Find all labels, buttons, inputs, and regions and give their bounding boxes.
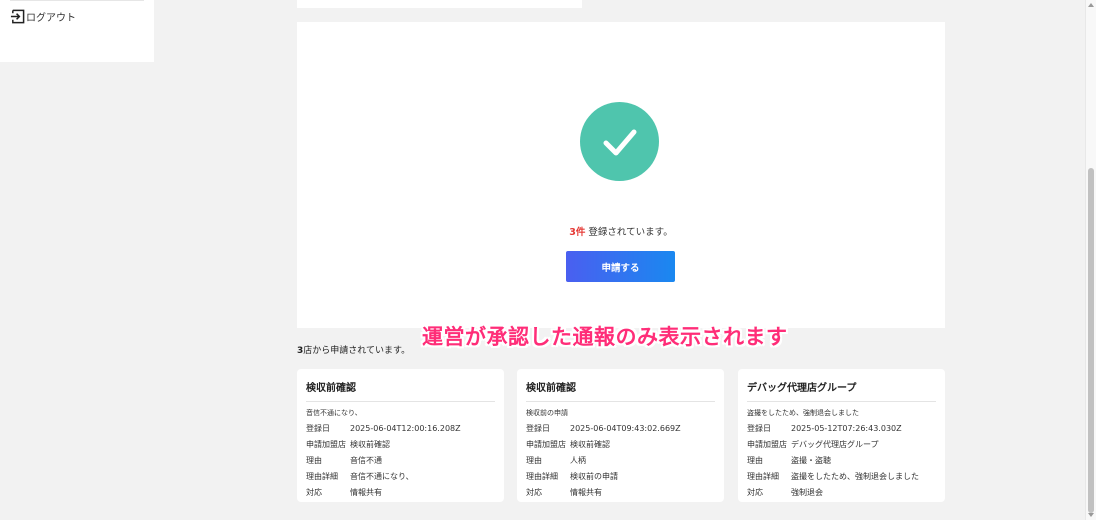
report-row-reason-detail: 理由詳細 盗撮をしたため、強制退会しました (747, 468, 936, 484)
report-card-description: 検収前の申請 (526, 409, 568, 417)
row-label: 理由 (306, 455, 322, 465)
row-value: 検収前確認 (350, 439, 390, 449)
report-card-title: 検収前確認 (526, 379, 715, 402)
row-value: 盗撮をしたため、強制退会しました (791, 471, 919, 481)
row-label: 対応 (306, 487, 322, 497)
row-value: 情報共有 (570, 487, 602, 497)
row-label: 登録日 (306, 423, 330, 433)
logout-icon (10, 9, 25, 24)
logout-link[interactable]: ログアウト (10, 9, 76, 24)
page-scrollbar[interactable] (1085, 0, 1096, 520)
report-card-description: 音信不通になり、 (306, 409, 362, 417)
row-label: 理由詳細 (526, 471, 558, 481)
logout-label: ログアウト (26, 13, 76, 24)
top-card (297, 0, 582, 8)
report-card-description: 盗撮をしたため、強制退会しました (747, 409, 859, 417)
report-row-reason-detail: 理由詳細 検収前の申請 (526, 468, 715, 484)
report-row-store: 申請加盟店 検収前確認 (526, 436, 715, 452)
row-label: 申請加盟店 (306, 439, 346, 449)
row-label: 対応 (747, 487, 763, 497)
report-row-store: 申請加盟店 デバッグ代理店グループ (747, 436, 936, 452)
report-row-reason-detail: 理由詳細 音信不通になり、 (306, 468, 495, 484)
sidebar: ログアウト (0, 0, 154, 62)
report-row-date: 登録日 2025-05-12T07:26:43.030Z (747, 420, 936, 436)
row-label: 理由詳細 (306, 471, 338, 481)
row-label: 対応 (526, 487, 542, 497)
store-summary-text: 店から申請されています。 (303, 346, 411, 356)
report-row-reason: 理由 人柄 (526, 452, 715, 468)
report-row-store: 申請加盟店 検収前確認 (306, 436, 495, 452)
report-card-title: 検収前確認 (306, 379, 495, 402)
report-row-action: 対応 情報共有 (306, 484, 495, 500)
row-value: 2025-06-04T12:00:16.208Z (350, 423, 461, 433)
row-label: 理由 (747, 455, 763, 465)
scroll-up-arrow-icon[interactable] (1088, 3, 1094, 7)
report-row-reason: 理由 音信不通 (306, 452, 495, 468)
report-card: 検収前確認 音信不通になり、 登録日 2025-06-04T12:00:16.20… (297, 369, 504, 502)
report-card-list: 検収前確認 音信不通になり、 登録日 2025-06-04T12:00:16.20… (297, 369, 945, 502)
row-label: 登録日 (526, 423, 550, 433)
registered-count-text: 3件 登録されています。 (297, 224, 945, 238)
annotation-overlay: 運営が承認した通報のみ表示されます (422, 325, 788, 349)
row-value: 強制退会 (791, 487, 823, 497)
report-row-reason: 理由 盗撮・盗聴 (747, 452, 936, 468)
report-row-date: 登録日 2025-06-04T09:43:02.669Z (526, 420, 715, 436)
row-value: 人柄 (570, 455, 586, 465)
row-value: 2025-06-04T09:43:02.669Z (570, 423, 681, 433)
row-label: 申請加盟店 (526, 439, 566, 449)
row-value: 音信不通になり、 (350, 471, 414, 481)
row-label: 理由 (526, 455, 542, 465)
row-value: 盗撮・盗聴 (791, 455, 831, 465)
apply-button[interactable]: 申請する (566, 251, 675, 282)
registration-status-card: 3件 登録されています。 申請する (297, 22, 945, 328)
store-summary: 3店から申請されています。 (297, 343, 410, 356)
row-value: 検収前確認 (570, 439, 610, 449)
scrollbar-thumb[interactable] (1088, 168, 1094, 513)
report-card: 検収前確認 検収前の申請 登録日 2025-06-04T09:43:02.669Z… (517, 369, 724, 502)
row-value: 情報共有 (350, 487, 382, 497)
scroll-down-arrow-icon[interactable] (1088, 513, 1094, 517)
check-icon (603, 129, 636, 155)
row-value: 2025-05-12T07:26:43.030Z (791, 423, 902, 433)
row-value: 検収前の申請 (570, 471, 618, 481)
report-card: デバッグ代理店グループ 盗撮をしたため、強制退会しました 登録日 2025-05-… (738, 369, 945, 502)
report-row-action: 対応 強制退会 (747, 484, 936, 500)
report-row-action: 対応 情報共有 (526, 484, 715, 500)
sidebar-divider (10, 0, 144, 1)
row-label: 理由詳細 (747, 471, 779, 481)
report-row-date: 登録日 2025-06-04T12:00:16.208Z (306, 420, 495, 436)
row-label: 登録日 (747, 423, 771, 433)
registered-count: 3件 (569, 227, 586, 238)
report-card-title: デバッグ代理店グループ (747, 379, 936, 402)
row-label: 申請加盟店 (747, 439, 787, 449)
success-check-icon (580, 102, 659, 181)
row-value: デバッグ代理店グループ (791, 439, 879, 449)
registered-count-suffix: 登録されています。 (585, 227, 673, 238)
row-value: 音信不通 (350, 455, 382, 465)
